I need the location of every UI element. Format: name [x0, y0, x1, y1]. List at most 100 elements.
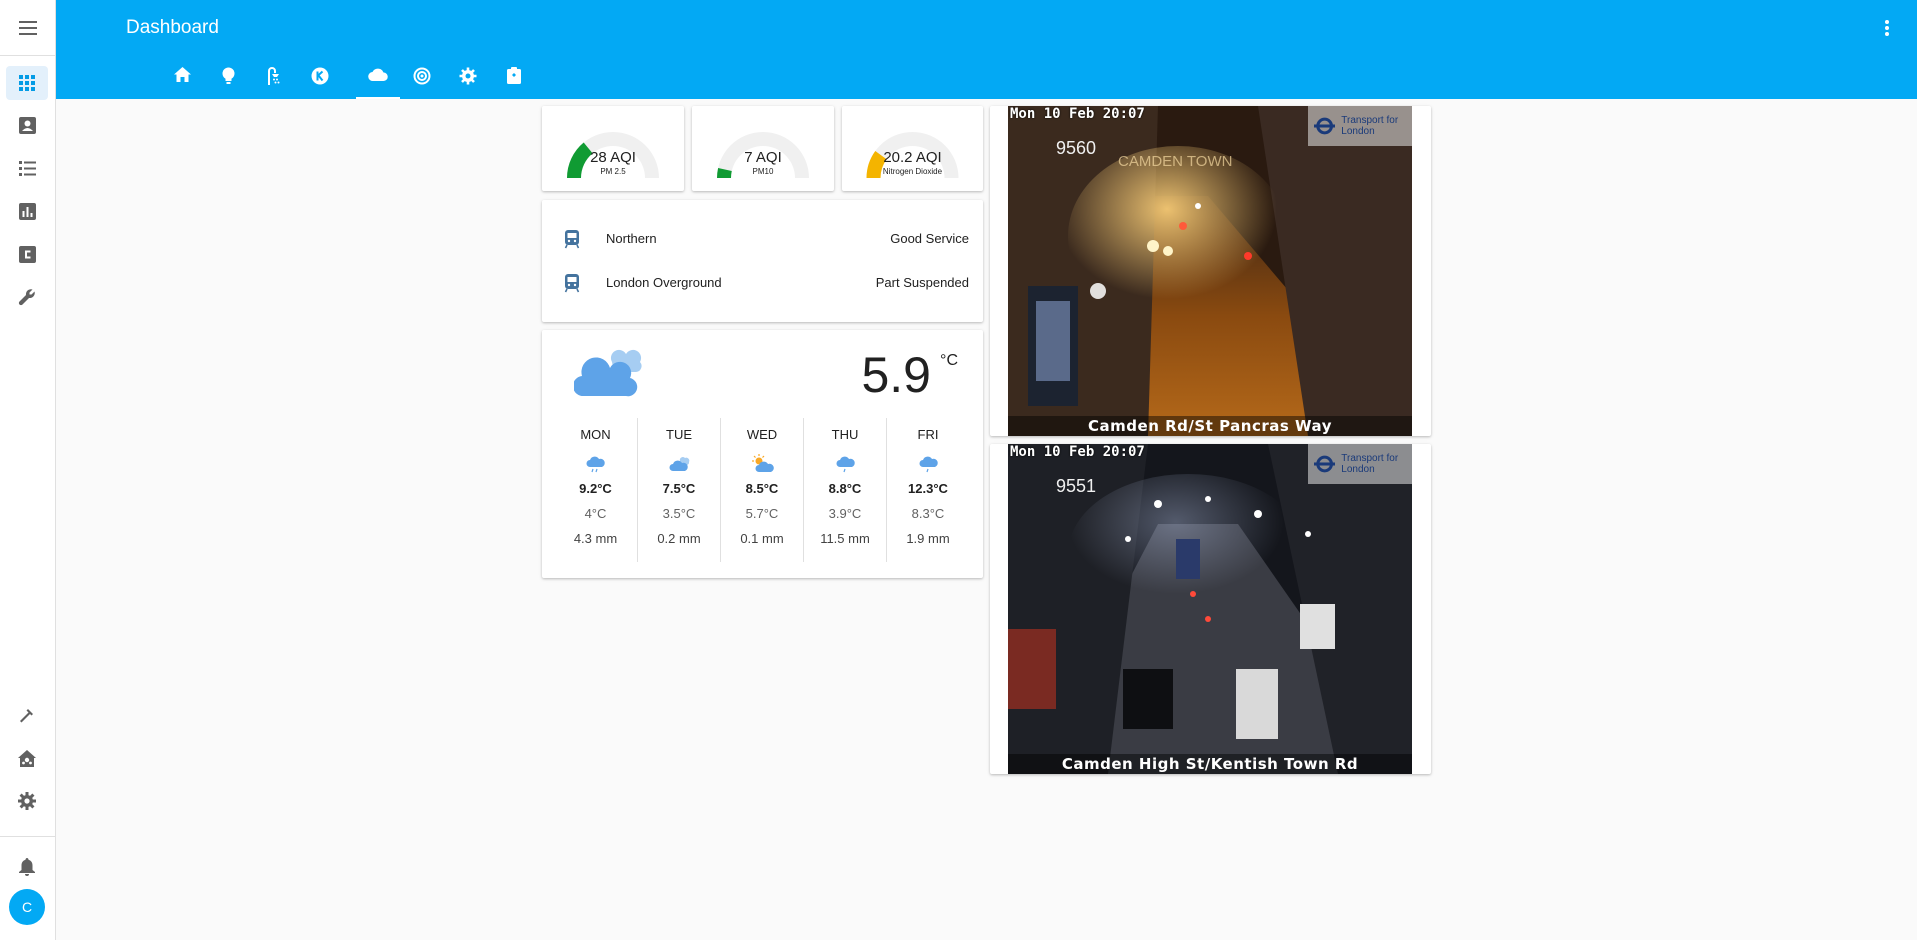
shower-icon	[268, 67, 280, 85]
sidebar: C	[0, 0, 56, 940]
radar-icon	[413, 67, 431, 85]
forecast-day: THU 8.8°C 3.9°C 11.5 mm	[803, 418, 886, 562]
partly-sunny-icon	[752, 454, 774, 472]
forecast-high: 9.2°C	[579, 481, 612, 496]
camera-image[interactable]: Mon 10 Feb 20:07 9551 Transport for Lond…	[1008, 444, 1412, 774]
tfl-line-status: Good Service	[890, 231, 969, 246]
account-box-icon	[18, 116, 36, 134]
tfl-line-name: Northern	[606, 231, 657, 246]
gauge-value: 20.2 AQI	[883, 149, 942, 166]
forecast-day: WED 8.5°C 5.7°C 0.1 mm	[720, 418, 803, 562]
tab-tasks[interactable]	[492, 62, 536, 99]
home-icon	[173, 67, 191, 82]
forecast-precipitation: 0.1 mm	[740, 531, 784, 546]
camera-card[interactable]: Mon 10 Feb 20:07 9551 Transport for Lond…	[990, 444, 1431, 774]
gauge-card-pm10[interactable]: 7 AQI PM10	[692, 106, 834, 191]
forecast-low: 5.7°C	[745, 506, 779, 521]
tab-bath[interactable]	[252, 62, 296, 99]
cloud-icon	[368, 68, 388, 81]
forecast-high: 7.5°C	[662, 481, 696, 496]
cog-icon	[18, 792, 36, 810]
menu-button[interactable]	[0, 0, 56, 56]
camera-caption: Camden Rd/St Pancras Way	[1008, 416, 1412, 436]
sidebar-item-developer-tools[interactable]	[6, 698, 48, 732]
tab-network[interactable]	[400, 62, 444, 99]
forecast-precipitation: 11.5 mm	[820, 531, 870, 546]
cloudy-icon	[574, 349, 642, 397]
hammer-icon	[19, 708, 33, 722]
forecast-day-name: MON	[580, 427, 611, 442]
avatar[interactable]: C	[9, 889, 45, 925]
tfl-logo: Transport for London	[1308, 106, 1412, 146]
tab-kodi[interactable]	[298, 62, 342, 99]
weather-card[interactable]: 5.9 °C MON 9.2°C 4°C 4.3 mm TUE 7.5°C 3.…	[542, 330, 983, 578]
sidebar-item-logbook[interactable]	[6, 151, 48, 185]
lightbulb-icon	[222, 67, 234, 84]
train-icon	[564, 274, 580, 293]
camera-id: 9560	[1056, 138, 1097, 158]
sidebar-item-dashboard[interactable]	[6, 66, 48, 100]
kodi-icon	[311, 67, 329, 85]
camera-id: 9551	[1056, 476, 1097, 496]
gauge-label: PM 2.5	[600, 167, 626, 176]
gauge-value: 7 AQI	[744, 149, 782, 166]
tab-home[interactable]	[160, 62, 204, 99]
page-title: Dashboard	[126, 17, 219, 38]
forecast-precipitation: 4.3 mm	[573, 531, 618, 546]
temperature-unit: °C	[940, 352, 958, 369]
forecast-day-name: FRI	[917, 427, 939, 442]
tfl-row-overground[interactable]: London Overground Part Suspended	[542, 261, 983, 305]
sidebar-item-history[interactable]	[6, 194, 48, 228]
forecast-low: 3.9°C	[828, 506, 862, 521]
camera-timestamp: Mon 10 Feb 20:07	[1010, 444, 1145, 460]
sidebar-item-supervisor[interactable]	[6, 741, 48, 775]
home-assistant-icon	[18, 749, 36, 767]
sidebar-item-map[interactable]	[6, 108, 48, 142]
tfl-row-northern[interactable]: Northern Good Service	[542, 217, 983, 261]
current-temperature: 5.9	[861, 347, 931, 403]
camera-timestamp: Mon 10 Feb 20:07	[1010, 106, 1145, 122]
tfl-line-name: London Overground	[606, 275, 722, 290]
gauge-card-no2[interactable]: 20.2 AQI Nitrogen Dioxide	[842, 106, 983, 191]
camera-card[interactable]: CAMDEN TOWN Mon 10 Feb 20:07 9560 Transp…	[990, 106, 1431, 436]
sidebar-item-settings[interactable]	[6, 784, 48, 818]
forecast-low: 3.5°C	[662, 506, 696, 521]
forecast-precipitation: 1.9 mm	[906, 531, 950, 546]
forecast-day-name: WED	[746, 427, 778, 442]
gauge-card-pm25[interactable]: 28 AQI PM 2.5	[542, 106, 684, 191]
tab-system[interactable]	[446, 62, 490, 99]
notifications-button[interactable]	[6, 850, 48, 884]
tfl-logo-text: Transport for London	[1341, 453, 1399, 475]
forecast-day-name: TUE	[666, 427, 692, 442]
sidebar-item-hacs[interactable]	[6, 237, 48, 271]
forecast-day: TUE 7.5°C 3.5°C 0.2 mm	[637, 418, 720, 562]
forecast-high: 8.8°C	[828, 481, 862, 496]
chart-box-icon	[18, 202, 36, 220]
more-options-button[interactable]	[1875, 16, 1899, 40]
tfl-logo: Transport for London	[1308, 444, 1412, 484]
tfl-roundel-icon	[1314, 455, 1336, 473]
gauge-label: PM10	[752, 167, 774, 176]
camera-caption: Camden High St/Kentish Town Rd	[1008, 754, 1412, 774]
sidebar-divider	[0, 836, 56, 837]
tfl-status-card: Northern Good Service London Overground …	[542, 200, 983, 322]
format-list-bulleted-icon	[18, 160, 36, 176]
gauge-value: 28 AQI	[590, 149, 636, 166]
wrench-icon	[18, 289, 35, 306]
rain-icon	[586, 456, 605, 473]
forecast-high: 12.3°C	[908, 481, 948, 496]
dots-vertical-icon	[1885, 20, 1889, 36]
camera-image[interactable]: CAMDEN TOWN Mon 10 Feb 20:07 9560 Transp…	[1008, 106, 1412, 436]
forecast-day-name: THU	[831, 427, 859, 442]
forecast-day: MON 9.2°C 4°C 4.3 mm	[554, 418, 637, 562]
tab-weather[interactable]	[356, 62, 400, 99]
tfl-line-status: Part Suspended	[875, 275, 969, 290]
tab-lights[interactable]	[206, 62, 250, 99]
alpha-c-box-icon	[18, 245, 36, 263]
menu-icon	[19, 20, 37, 35]
train-icon	[564, 230, 580, 249]
rain-icon	[836, 456, 855, 473]
forecast-day: FRI 12.3°C 8.3°C 1.9 mm	[886, 418, 969, 562]
sidebar-item-tools[interactable]	[6, 280, 48, 314]
app-header: Dashboard	[56, 0, 1917, 99]
